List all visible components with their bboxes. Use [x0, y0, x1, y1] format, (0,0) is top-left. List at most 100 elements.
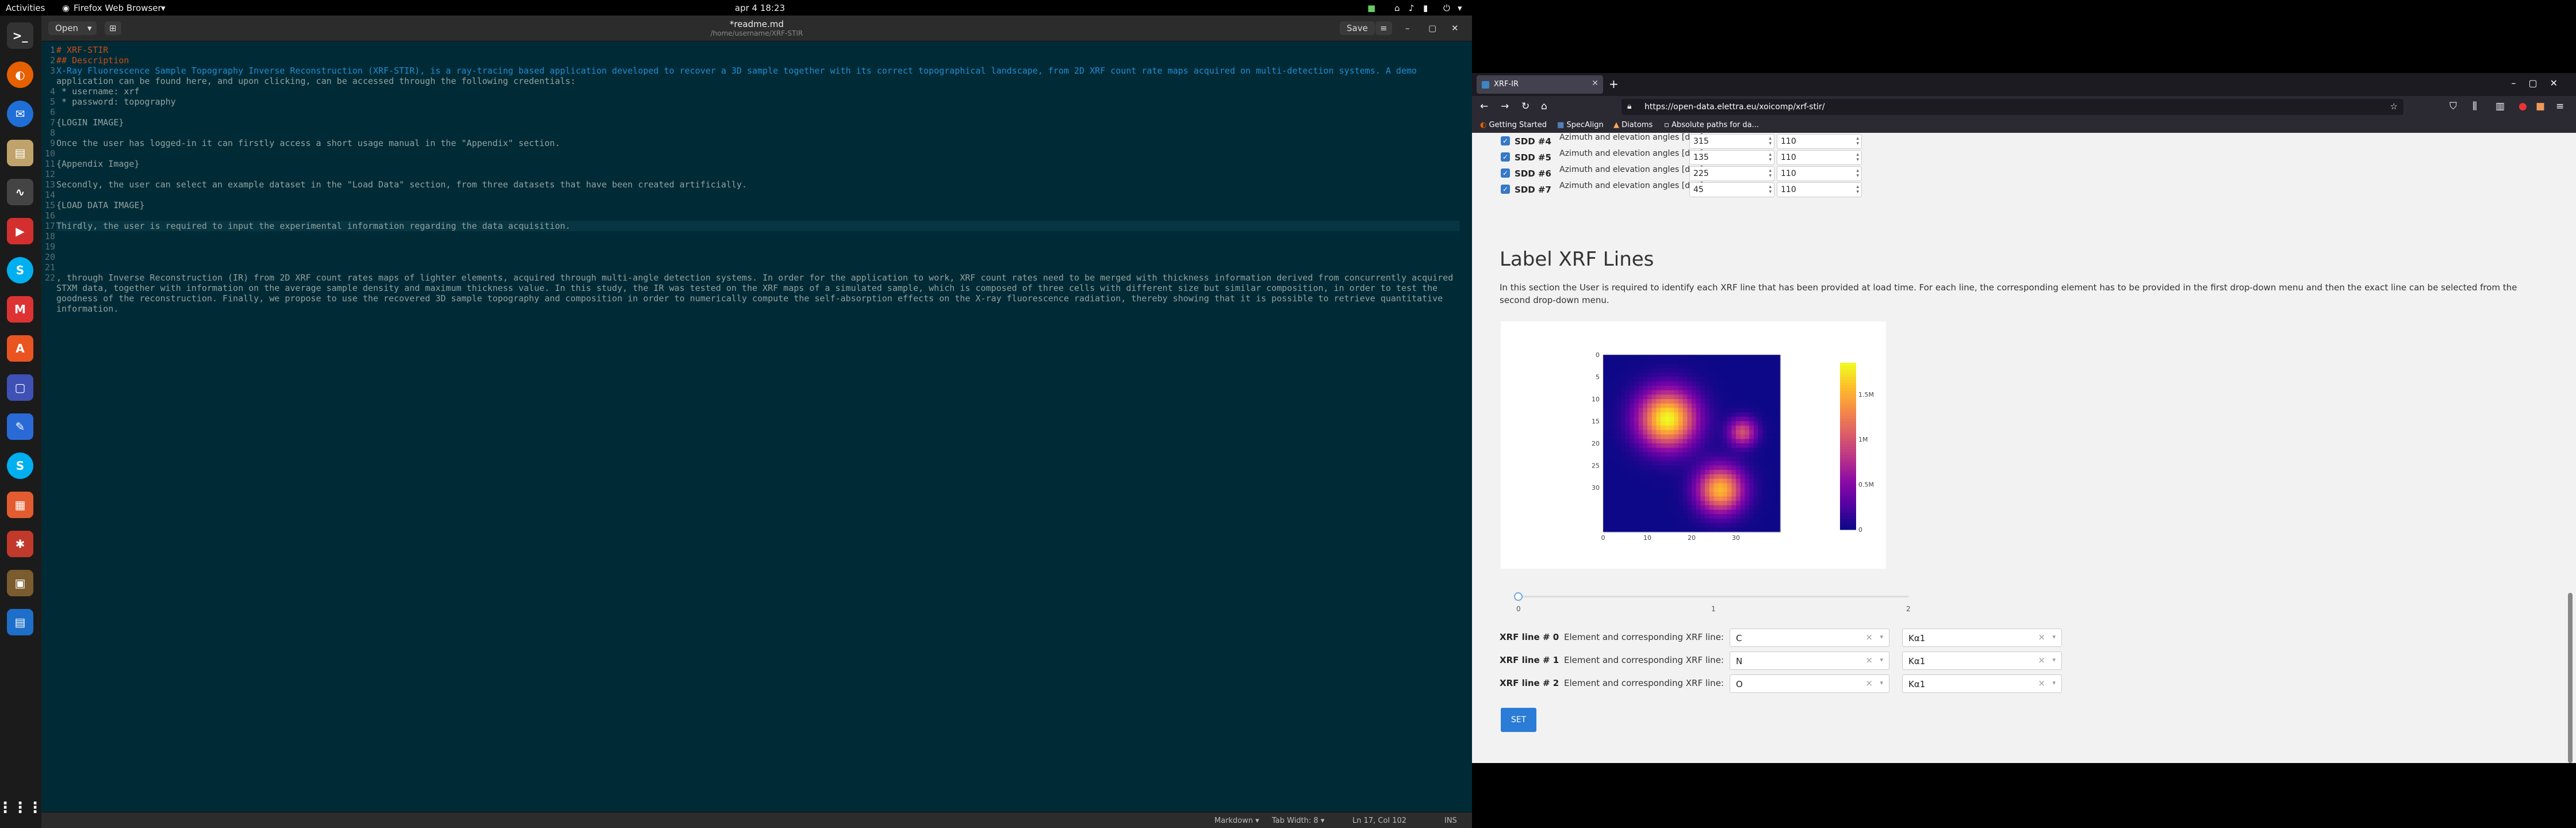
language-selector[interactable]: Markdown ▾	[1214, 816, 1259, 825]
spinner-icon[interactable]: ▴ ▾	[1769, 168, 1772, 179]
editor-line[interactable]	[56, 107, 1459, 117]
line-select[interactable]: Kα1 × ▾	[1902, 651, 2062, 670]
activities-button[interactable]: Activities	[6, 3, 45, 13]
bookmark-absolute-paths[interactable]: ▫ Absolute paths for da...	[1664, 121, 1759, 129]
spinner-icon[interactable]: ▴ ▾	[1856, 168, 1859, 179]
forward-icon[interactable]: →	[1501, 101, 1509, 112]
menu-icon[interactable]: ≡	[2556, 101, 2564, 112]
thunderbird-icon[interactable]: ✉	[7, 101, 33, 127]
power-icon[interactable]: ⏻	[1443, 3, 1450, 13]
minimize-icon[interactable]: –	[1401, 21, 1414, 35]
slider-rail[interactable]	[1518, 596, 1909, 597]
azimuth-input[interactable]: 135 ▴ ▾	[1689, 150, 1774, 165]
chevron-down-icon[interactable]: ▾	[2052, 633, 2056, 641]
editor-line[interactable]: {Appendix Image}	[56, 159, 1459, 169]
url-bar[interactable]: 🔒︎ https://open-data.elettra.eu/xoicomp/…	[1621, 99, 2404, 115]
editor-line[interactable]	[56, 128, 1459, 138]
tab-xrf-ir[interactable]: XRF-IR ✕	[1477, 75, 1603, 94]
line-select[interactable]: Kα1 × ▾	[1902, 628, 2062, 647]
text-editor-icon[interactable]: ✎	[7, 413, 33, 440]
editor-line[interactable]: {LOAD DATA IMAGE}	[56, 200, 1459, 210]
skype-icon[interactable]: S	[7, 453, 33, 479]
elevation-input[interactable]: 110 ▴ ▾	[1777, 182, 1862, 197]
window-controls[interactable]: –▢✕	[2511, 78, 2570, 89]
home-icon[interactable]: ⌂	[1541, 101, 1547, 112]
url-text[interactable]: https://open-data.elettra.eu/xoicomp/xrf…	[1644, 102, 1824, 112]
new-tab-icon[interactable]: +	[1609, 77, 1619, 91]
editor-line[interactable]: goodness of the reconstruction. Finally,…	[56, 293, 1459, 304]
xrf-line-slider[interactable]: 0 1 2	[1514, 591, 1911, 620]
editor-line[interactable]: Thirdly, the user is required to input t…	[56, 221, 1459, 231]
spinner-icon[interactable]: ▴ ▾	[1856, 185, 1859, 195]
editor-line[interactable]: * password: topography	[56, 97, 1459, 107]
status-indicator-icon[interactable]: ■	[1367, 3, 1375, 13]
maximize-icon[interactable]: ▢	[1424, 21, 1441, 35]
close-icon[interactable]: ✕	[1447, 21, 1463, 35]
clear-icon[interactable]: ×	[1865, 655, 1873, 665]
sdd-checkbox[interactable]: ✓	[1501, 136, 1510, 145]
bookmark-star-icon[interactable]: ☆	[2390, 101, 2398, 112]
calendar-icon[interactable]: ▦	[7, 492, 33, 518]
volume-icon[interactable]: ♪	[1409, 3, 1414, 13]
editor-line[interactable]	[56, 148, 1459, 159]
pocket-icon[interactable]: ⛉	[2450, 101, 2457, 112]
settings-icon[interactable]: ✱	[7, 531, 33, 557]
spinner-icon[interactable]: ▴ ▾	[1856, 152, 1859, 163]
close-tab-icon[interactable]: ✕	[1592, 79, 1598, 88]
chevron-down-icon[interactable]: ▾	[1880, 633, 1883, 641]
element-select[interactable]: O × ▾	[1730, 674, 1889, 693]
editor-line[interactable]: {LOGIN IMAGE}	[56, 117, 1459, 128]
tabby-icon[interactable]: ▶	[7, 218, 33, 244]
editor-line[interactable]: * username: xrf	[56, 86, 1459, 97]
chevron-down-icon[interactable]: ▾	[1880, 679, 1883, 687]
network-icon[interactable]: ⌂	[1394, 3, 1400, 13]
chevron-down-icon[interactable]: ▾	[1880, 656, 1883, 664]
chevron-down-icon[interactable]: ▾	[2052, 679, 2056, 687]
lock-icon[interactable]: 🔒︎	[1627, 102, 1631, 111]
elevation-input[interactable]: 110 ▴ ▾	[1777, 166, 1862, 181]
sdd-checkbox[interactable]: ✓	[1501, 185, 1510, 194]
spinner-icon[interactable]: ▴ ▾	[1856, 136, 1859, 147]
tab-width-selector[interactable]: Tab Width: 8 ▾	[1272, 816, 1324, 825]
software-icon[interactable]: A	[7, 335, 33, 362]
bookmark-specalign[interactable]: ▦ SpecAlign	[1557, 121, 1604, 129]
editor-line[interactable]: Once the user has logged-in it can first…	[56, 138, 1459, 148]
azimuth-input[interactable]: 315 ▴ ▾	[1689, 134, 1774, 149]
skype-icon[interactable]: S	[7, 257, 33, 283]
extension-icon[interactable]: ●	[2518, 101, 2527, 112]
clock[interactable]: apr 4 18:23	[735, 3, 785, 13]
screenshot-icon[interactable]: ▢	[7, 374, 33, 401]
app-icon[interactable]: M	[7, 296, 33, 323]
bookmark-getting-started[interactable]: ◐ Getting Started	[1480, 121, 1547, 129]
hamburger-menu-icon[interactable]: ≡	[1375, 21, 1392, 35]
slider-thumb[interactable]	[1514, 592, 1523, 601]
clear-icon[interactable]: ×	[2038, 655, 2045, 665]
editor-line[interactable]: information.	[56, 304, 1459, 314]
line-select[interactable]: Kα1 × ▾	[1902, 674, 2062, 693]
spinner-icon[interactable]: ▴ ▾	[1769, 185, 1772, 195]
clear-icon[interactable]: ×	[1865, 632, 1873, 642]
clear-icon[interactable]: ×	[2038, 678, 2045, 688]
editor-line[interactable]: STXM data, together with information on …	[56, 283, 1459, 293]
editor-line[interactable]	[56, 231, 1459, 241]
editor-line[interactable]: Secondly, the user can select an example…	[56, 179, 1459, 190]
back-icon[interactable]: ←	[1480, 101, 1488, 112]
editor-line[interactable]	[56, 241, 1459, 252]
files-icon[interactable]: ▤	[7, 140, 33, 166]
battery-icon[interactable]: ▮	[1423, 3, 1428, 13]
cursor-position[interactable]: Ln 17, Col 102	[1352, 816, 1406, 825]
editor-line[interactable]	[56, 169, 1459, 179]
library-icon[interactable]: ⫼	[2472, 101, 2477, 112]
apps-grid-icon[interactable]: ⋮⋮⋮	[0, 795, 43, 821]
chevron-down-icon[interactable]: ▾	[2052, 656, 2056, 664]
editor-line[interactable]: # XRF-STIR	[56, 45, 1459, 55]
element-select[interactable]: N × ▾	[1730, 651, 1889, 670]
element-select[interactable]: C × ▾	[1730, 628, 1889, 647]
editor-line[interactable]: X-Ray Fluorescence Sample Topography Inv…	[56, 66, 1459, 76]
elevation-input[interactable]: 110 ▴ ▾	[1777, 150, 1862, 165]
document-viewer-icon[interactable]: ▤	[7, 609, 33, 635]
clear-icon[interactable]: ×	[1865, 678, 1873, 688]
azimuth-input[interactable]: 45 ▴ ▾	[1689, 182, 1774, 197]
azimuth-input[interactable]: 225 ▴ ▾	[1689, 166, 1774, 181]
editor-line[interactable]: , through Inverse Reconstruction (IR) fr…	[56, 273, 1459, 283]
